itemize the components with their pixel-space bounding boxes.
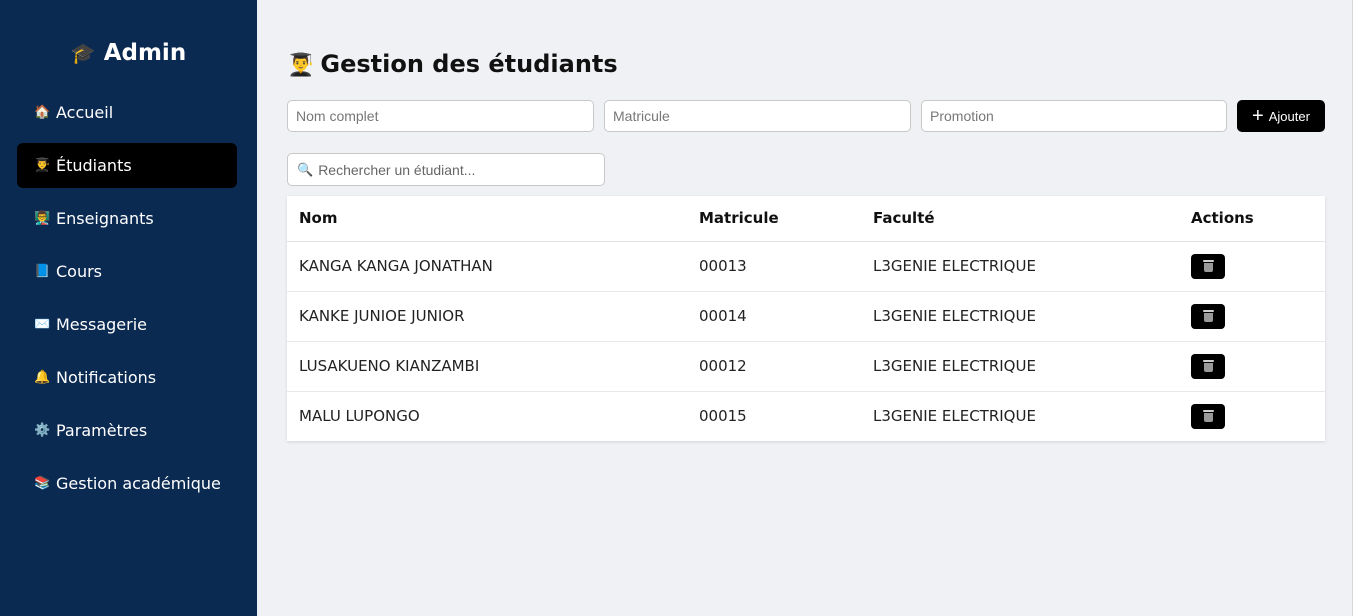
cell-actions: [1179, 241, 1325, 292]
trash-icon: [1202, 310, 1214, 322]
delete-button[interactable]: [1191, 403, 1225, 429]
page-title-text: Gestion des étudiants: [320, 50, 618, 78]
cell-actions: [1179, 291, 1325, 342]
search-box[interactable]: 🔍: [287, 153, 605, 186]
gear-icon: ⚙️: [34, 423, 51, 438]
delete-button[interactable]: [1191, 353, 1225, 379]
plus-icon: +: [1252, 105, 1264, 127]
full-name-input[interactable]: [287, 100, 594, 132]
cell-nom: KANKE JUNIOE JUNIOR: [287, 291, 687, 342]
table-row: LUSAKUENO KIANZAMBI 00012 L3GENIE ELECTR…: [287, 341, 1325, 392]
brand: 🎓 Admin: [0, 40, 257, 66]
sidebar-item-accueil[interactable]: 🏠 Accueil: [17, 90, 237, 135]
header-nom: Nom: [287, 196, 687, 242]
matricule-input[interactable]: [604, 100, 911, 132]
add-student-button[interactable]: + Ajouter: [1237, 100, 1325, 132]
teacher-icon: 👨‍🏫: [34, 211, 51, 226]
sidebar-item-label: Cours: [56, 262, 103, 281]
table-row: KANKE JUNIOE JUNIOR 00014 L3GENIE ELECTR…: [287, 291, 1325, 342]
sidebar-item-label: Messagerie: [56, 315, 147, 334]
cell-matricule: 00014: [687, 291, 861, 342]
graduation-cap-icon: 🎓: [70, 41, 96, 65]
table-row: KANGA KANGA JONATHAN 00013 L3GENIE ELECT…: [287, 241, 1325, 292]
book-icon: 📘: [34, 264, 51, 279]
table-header-row: Nom Matricule Faculté Actions: [287, 196, 1325, 242]
sidebar-item-gestion-academique[interactable]: 📚 Gestion académique: [17, 461, 237, 506]
brand-label: Admin: [103, 40, 187, 66]
sidebar-item-label: Enseignants: [56, 209, 154, 228]
search-input[interactable]: [318, 161, 599, 178]
sidebar-item-notifications[interactable]: 🔔 Notifications: [17, 355, 237, 400]
student-icon: 👨‍🎓: [287, 53, 315, 78]
cell-matricule: 00012: [687, 341, 861, 392]
header-faculte: Faculté: [861, 196, 1179, 242]
promotion-input[interactable]: [921, 100, 1227, 132]
cell-actions: [1179, 391, 1325, 441]
sidebar-item-label: Notifications: [56, 368, 157, 387]
cell-nom: MALU LUPONGO: [299, 407, 420, 426]
delete-button[interactable]: [1191, 303, 1225, 329]
cell-actions: [1179, 341, 1325, 392]
delete-button[interactable]: [1191, 253, 1225, 279]
add-button-label: Ajouter: [1268, 108, 1310, 124]
header-actions: Actions: [1179, 196, 1325, 242]
header-matricule: Matricule: [687, 196, 861, 242]
main-content: 👨‍🎓Gestion des étudiants + Ajouter 🔍 Nom…: [257, 0, 1352, 616]
search-icon: 🔍: [297, 161, 314, 177]
books-icon: 📚: [34, 476, 51, 491]
sidebar: 🎓 Admin 🏠 Accueil 👨‍🎓 Étudiants 👨‍🏫 Ensei…: [0, 0, 257, 616]
cell-faculte: L3GENIE ELECTRIQUE: [861, 241, 1179, 292]
cell-faculte: L3GENIE ELECTRIQUE: [873, 407, 1036, 426]
sidebar-item-label: Paramètres: [56, 421, 148, 440]
cell-faculte: L3GENIE ELECTRIQUE: [861, 341, 1179, 392]
sidebar-item-enseignants[interactable]: 👨‍🏫 Enseignants: [17, 196, 237, 241]
cell-matricule: 00013: [687, 241, 861, 292]
students-table-card: Nom Matricule Faculté Actions KANGA KANG…: [287, 196, 1325, 441]
students-table: Nom Matricule Faculté Actions KANGA KANG…: [287, 196, 1325, 441]
cell-nom: KANGA KANGA JONATHAN: [287, 241, 687, 292]
bell-icon: 🔔: [34, 370, 51, 385]
cell-faculte: L3GENIE ELECTRIQUE: [861, 291, 1179, 342]
sidebar-item-label: Étudiants: [56, 156, 132, 175]
sidebar-nav: 🏠 Accueil 👨‍🎓 Étudiants 👨‍🏫 Enseignants …: [17, 90, 237, 514]
trash-icon: [1202, 410, 1214, 423]
sidebar-item-messagerie[interactable]: ✉️ Messagerie: [17, 302, 237, 347]
sidebar-item-label: Accueil: [56, 103, 114, 122]
student-icon: 👨‍🎓: [34, 158, 51, 173]
sidebar-item-parametres[interactable]: ⚙️ Paramètres: [17, 408, 237, 453]
cell-matricule: 00015: [699, 407, 747, 426]
sidebar-item-label: Gestion académique: [56, 474, 221, 493]
cell-nom: LUSAKUENO KIANZAMBI: [287, 341, 687, 392]
page-title: 👨‍🎓 Gestion des étudiants: [287, 50, 618, 78]
sidebar-item-etudiants[interactable]: 👨‍🎓 Étudiants: [17, 143, 237, 188]
trash-icon: [1202, 260, 1214, 272]
trash-icon: [1202, 360, 1214, 372]
table-row: MALU LUPONGO 00015 L3GENIE ELECTRIQUE: [287, 391, 1325, 441]
home-icon: 🏠: [34, 105, 51, 120]
sidebar-item-cours[interactable]: 📘 Cours: [17, 249, 237, 294]
envelope-icon: ✉️: [34, 317, 51, 332]
window-scroll-edge: [1352, 0, 1359, 616]
